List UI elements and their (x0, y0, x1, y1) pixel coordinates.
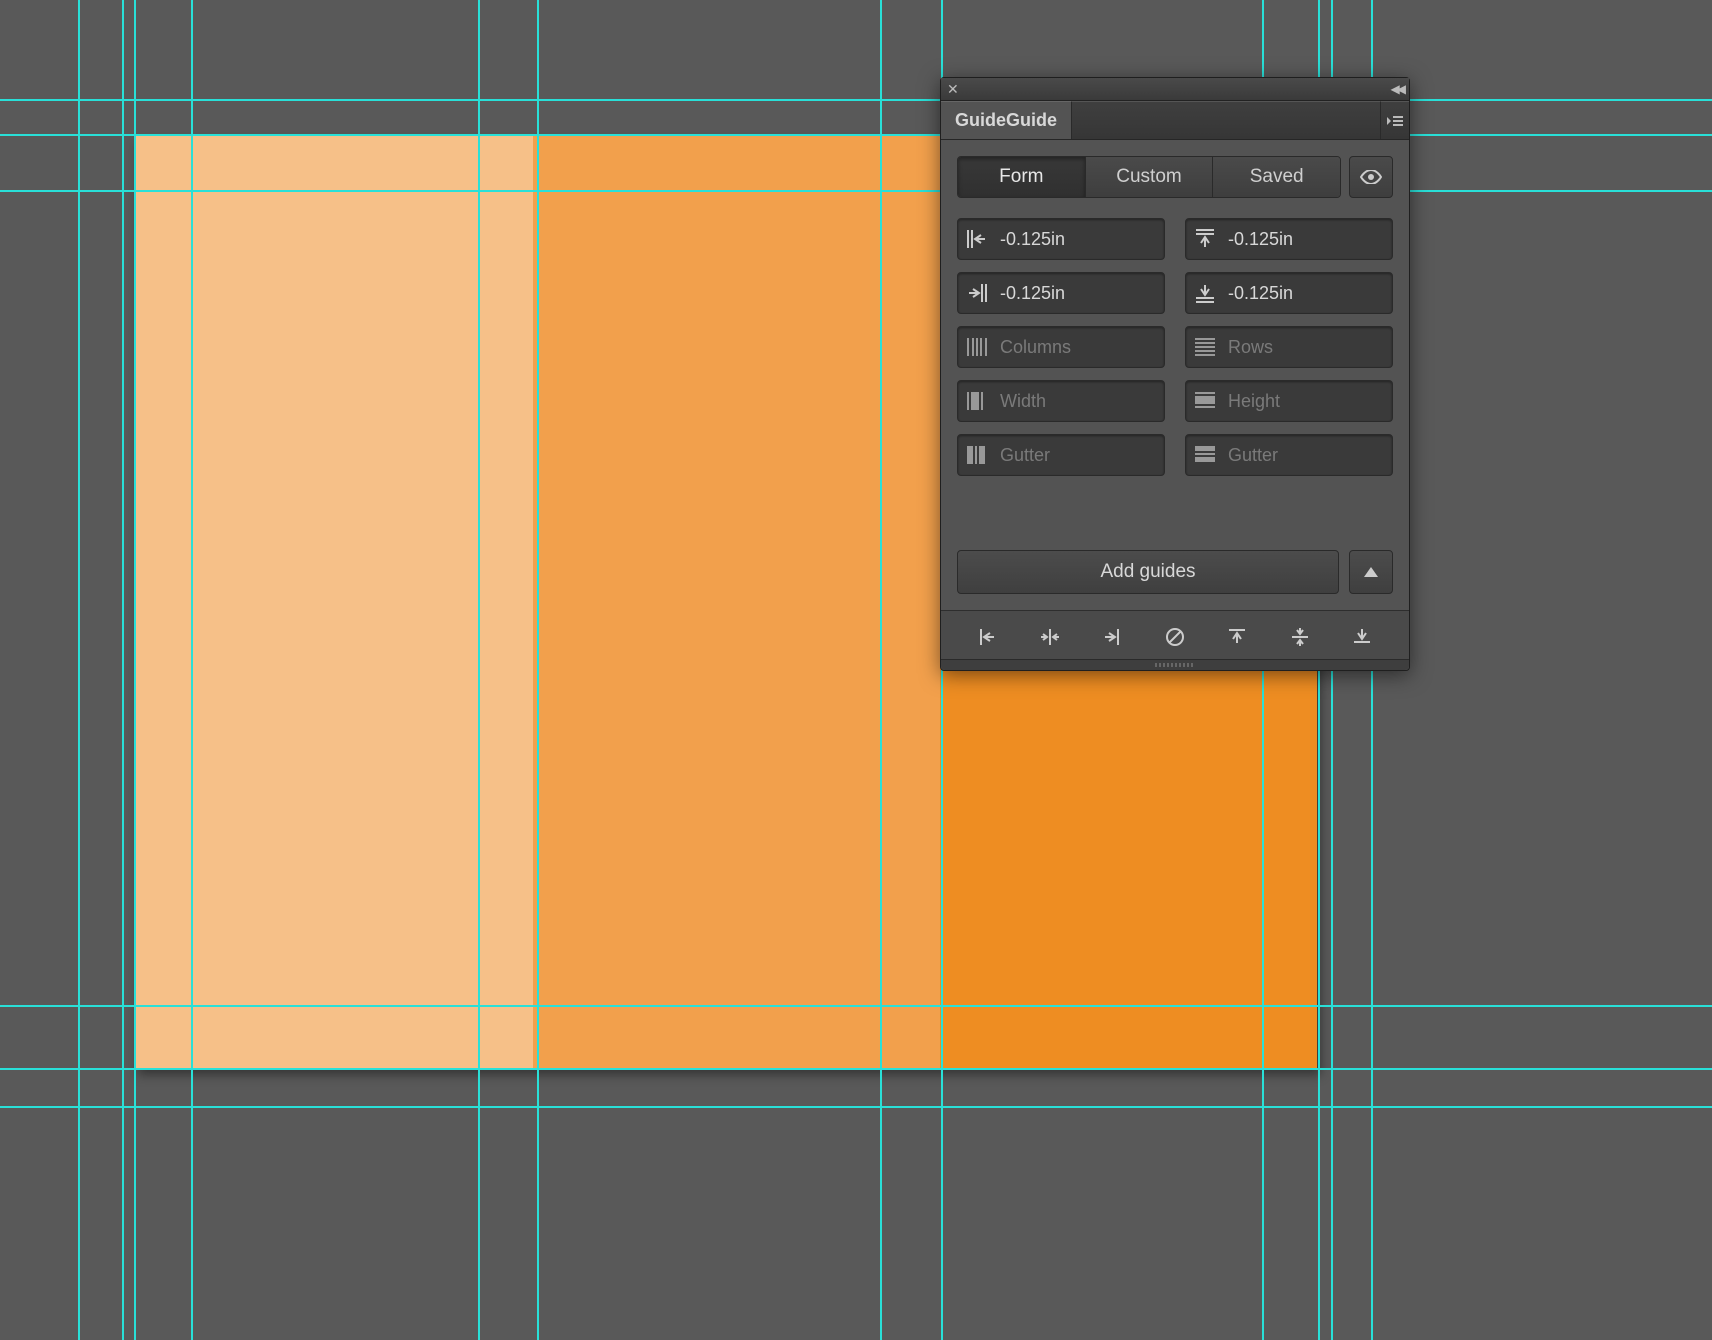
height-placeholder: Height (1224, 391, 1280, 412)
panel-titlebar: GuideGuide (941, 101, 1409, 140)
guide-horizontal[interactable] (0, 99, 1712, 101)
panel-titlebar-spacer (1072, 101, 1380, 139)
guide-vertical[interactable] (880, 0, 882, 1340)
panel-menu-button[interactable] (1380, 101, 1409, 139)
clear-guides-button[interactable] (1161, 623, 1189, 651)
width-placeholder: Width (996, 391, 1046, 412)
margin-top-icon (1186, 229, 1224, 249)
guide-vertical[interactable] (478, 0, 480, 1340)
guide-vertical[interactable] (537, 0, 539, 1340)
gutter-v-placeholder: Gutter (996, 445, 1050, 466)
margin-bottom-value: -0.125in (1224, 283, 1293, 304)
artboard-column (134, 136, 533, 1069)
panel-resize-grip[interactable] (941, 659, 1409, 670)
guide-vcenter-button[interactable] (1286, 623, 1314, 651)
guide-hcenter-button[interactable] (1036, 623, 1064, 651)
add-guides-button[interactable]: Add guides (957, 550, 1339, 594)
margin-left-icon (958, 230, 996, 248)
margin-top-value: -0.125in (1224, 229, 1293, 250)
guideguide-panel: ✕ ◀◀ GuideGuide Form Custom (940, 77, 1410, 671)
tab-form[interactable]: Form (958, 157, 1086, 197)
guide-horizontal[interactable] (0, 1005, 1712, 1007)
rows-icon (1186, 338, 1224, 356)
tabs-row: Form Custom Saved (957, 156, 1393, 198)
panel-body: Form Custom Saved -0.125in (941, 140, 1409, 610)
menu-icon (1387, 115, 1403, 127)
quick-guides-toolbar (941, 610, 1409, 659)
margin-bottom-field[interactable]: -0.125in (1185, 272, 1393, 314)
guide-left-button[interactable] (974, 623, 1002, 651)
actions-row: Add guides (957, 536, 1393, 594)
guide-horizontal[interactable] (0, 1068, 1712, 1070)
panel-title: GuideGuide (955, 110, 1057, 131)
width-field[interactable]: Width (957, 380, 1165, 422)
tab-custom[interactable]: Custom (1086, 157, 1214, 197)
panel-title-tab[interactable]: GuideGuide (941, 101, 1072, 139)
visibility-toggle[interactable] (1349, 156, 1393, 198)
columns-field[interactable]: Columns (957, 326, 1165, 368)
guide-right-button[interactable] (1099, 623, 1127, 651)
guide-horizontal[interactable] (0, 134, 1712, 136)
fields: -0.125in -0.125in -0.125in (957, 218, 1393, 476)
gutter-v-icon (958, 446, 996, 464)
close-icon[interactable]: ✕ (947, 82, 959, 96)
guide-vertical[interactable] (191, 0, 193, 1340)
margin-top-field[interactable]: -0.125in (1185, 218, 1393, 260)
margin-left-value: -0.125in (996, 229, 1065, 250)
height-field[interactable]: Height (1185, 380, 1393, 422)
guide-vertical[interactable] (134, 0, 136, 1340)
guide-vertical[interactable] (122, 0, 124, 1340)
guide-horizontal[interactable] (0, 1106, 1712, 1108)
guide-vertical[interactable] (78, 0, 80, 1340)
margin-left-field[interactable]: -0.125in (957, 218, 1165, 260)
guide-horizontal[interactable] (0, 190, 1712, 192)
margin-right-icon (958, 284, 996, 302)
gutter-v-field[interactable]: Gutter (957, 434, 1165, 476)
artboard-column (533, 136, 940, 1069)
columns-icon (958, 338, 996, 356)
margin-right-value: -0.125in (996, 283, 1065, 304)
margin-right-field[interactable]: -0.125in (957, 272, 1165, 314)
gutter-h-placeholder: Gutter (1224, 445, 1278, 466)
rows-placeholder: Rows (1224, 337, 1273, 358)
panel-window-bar[interactable]: ✕ ◀◀ (941, 78, 1409, 101)
gutter-h-field[interactable]: Gutter (1185, 434, 1393, 476)
collapse-icon[interactable]: ◀◀ (1391, 82, 1403, 96)
columns-placeholder: Columns (996, 337, 1071, 358)
gutter-h-icon (1186, 446, 1224, 464)
tabs: Form Custom Saved (957, 156, 1341, 198)
guide-bottom-button[interactable] (1348, 623, 1376, 651)
eye-icon (1360, 170, 1382, 184)
height-icon (1186, 392, 1224, 410)
width-icon (958, 392, 996, 410)
triangle-up-icon (1364, 567, 1378, 577)
rows-field[interactable]: Rows (1185, 326, 1393, 368)
tab-saved[interactable]: Saved (1213, 157, 1340, 197)
expand-button[interactable] (1349, 550, 1393, 594)
margin-bottom-icon (1186, 283, 1224, 303)
guide-top-button[interactable] (1223, 623, 1251, 651)
canvas: ✕ ◀◀ GuideGuide Form Custom (0, 0, 1712, 1340)
